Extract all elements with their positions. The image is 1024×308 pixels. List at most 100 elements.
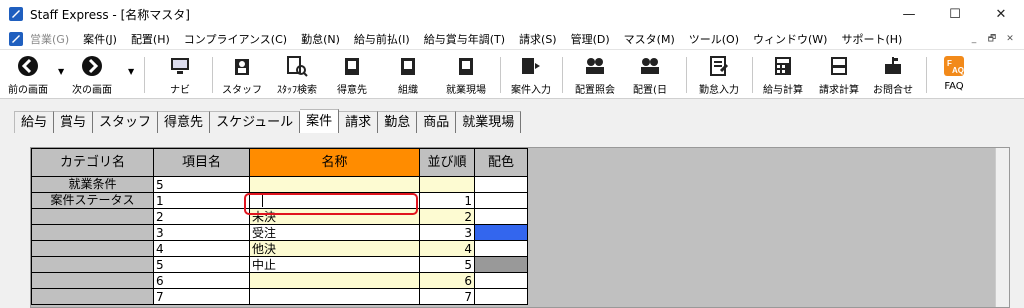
minimize-button[interactable]: — bbox=[886, 0, 932, 28]
menu-job[interactable]: 案件(J) bbox=[83, 31, 117, 47]
color-cell[interactable] bbox=[474, 208, 528, 225]
name-cell[interactable] bbox=[249, 176, 420, 193]
tab-product[interactable]: 商品 bbox=[417, 111, 457, 133]
toolbar-separator bbox=[752, 57, 753, 93]
header-color[interactable]: 配色 bbox=[474, 148, 528, 177]
menu-window[interactable]: ウィンドウ(W) bbox=[753, 31, 827, 47]
table-row: 3 受注 3 bbox=[31, 224, 528, 241]
tab-attendance[interactable]: 勤怠 bbox=[378, 111, 418, 133]
customer-button[interactable]: 得意先 bbox=[332, 53, 372, 97]
calculator-icon bbox=[775, 57, 791, 75]
app-menu-icon[interactable] bbox=[8, 31, 24, 47]
tab-work-site[interactable]: 就業現場 bbox=[456, 111, 522, 133]
app-icon bbox=[9, 7, 23, 21]
staff-button[interactable]: スタッフ bbox=[220, 53, 264, 97]
toolbar-separator bbox=[686, 57, 687, 93]
vertical-scrollbar[interactable] bbox=[995, 148, 1009, 307]
header-order[interactable]: 並び順 bbox=[419, 148, 475, 177]
menu-billing[interactable]: 請求(S) bbox=[519, 31, 557, 47]
inquiry-button[interactable]: お問合せ bbox=[866, 53, 920, 97]
color-cell[interactable] bbox=[474, 176, 528, 193]
color-swatch-blue[interactable] bbox=[474, 224, 528, 241]
tab-billing[interactable]: 請求 bbox=[339, 111, 379, 133]
color-cell[interactable] bbox=[474, 272, 528, 289]
order-cell[interactable]: 2 bbox=[419, 208, 475, 225]
menu-support[interactable]: サポート(H) bbox=[841, 31, 902, 47]
order-cell[interactable]: 7 bbox=[419, 288, 475, 305]
payroll-button[interactable]: 給与計算 bbox=[756, 53, 810, 97]
item-cell[interactable]: 5 bbox=[153, 176, 250, 193]
order-cell[interactable] bbox=[419, 176, 475, 193]
tab-staff[interactable]: スタッフ bbox=[93, 111, 159, 133]
order-cell[interactable]: 5 bbox=[419, 256, 475, 273]
mdi-minimize-button[interactable]: _ bbox=[966, 31, 982, 46]
billing-button[interactable]: 請求計算 bbox=[812, 53, 866, 97]
next-dropdown-icon[interactable]: ▼ bbox=[128, 67, 134, 76]
item-cell[interactable]: 5 bbox=[153, 256, 250, 273]
color-cell[interactable] bbox=[474, 288, 528, 305]
name-cell[interactable]: 受注 bbox=[249, 224, 420, 241]
category-cell-job-status[interactable]: 案件ステータス bbox=[31, 192, 154, 209]
assign-day-button[interactable]: 配置(日 bbox=[626, 53, 674, 97]
text-caret bbox=[262, 195, 263, 207]
item-cell[interactable]: 2 bbox=[153, 208, 250, 225]
toolbar-separator bbox=[926, 57, 927, 93]
mdi-close-button[interactable]: ✕ bbox=[1002, 31, 1018, 46]
order-cell[interactable]: 6 bbox=[419, 272, 475, 289]
assign-view-button[interactable]: 配置照会 bbox=[568, 53, 622, 97]
staff-search-button[interactable]: ｽﾀｯﾌ検索 bbox=[268, 53, 326, 97]
org-button[interactable]: 組織 bbox=[388, 53, 428, 97]
color-cell[interactable] bbox=[474, 192, 528, 209]
menu-compliance[interactable]: コンプライアンス(C) bbox=[184, 31, 287, 47]
faq-button[interactable]: F AQ FAQ bbox=[934, 53, 974, 97]
item-cell[interactable]: 4 bbox=[153, 240, 250, 257]
order-cell[interactable]: 1 bbox=[419, 192, 475, 209]
menu-sales[interactable]: 営業(G) bbox=[30, 31, 69, 47]
job-entry-button[interactable]: 案件入力 bbox=[504, 53, 558, 97]
back-button[interactable]: 前の画面 bbox=[2, 53, 54, 97]
tab-schedule[interactable]: スケジュール bbox=[210, 111, 301, 133]
color-cell[interactable] bbox=[474, 240, 528, 257]
menu-assign[interactable]: 配置(H) bbox=[131, 31, 170, 47]
menu-tools[interactable]: ツール(O) bbox=[689, 31, 739, 47]
item-cell[interactable]: 6 bbox=[153, 272, 250, 289]
color-swatch-gray[interactable] bbox=[474, 256, 528, 273]
header-item[interactable]: 項目名 bbox=[153, 148, 250, 177]
work-site-button[interactable]: 就業現場 bbox=[440, 53, 492, 97]
billing-label: 請求計算 bbox=[819, 85, 859, 96]
name-cell[interactable]: 他決 bbox=[249, 240, 420, 257]
next-button[interactable]: 次の画面 bbox=[66, 53, 118, 97]
name-cell[interactable] bbox=[249, 272, 420, 289]
name-cell[interactable]: 未決 bbox=[249, 208, 420, 225]
menu-payroll[interactable]: 給与賞与年調(T) bbox=[424, 31, 505, 47]
attendance-label: 勤怠入力 bbox=[699, 85, 739, 96]
order-cell[interactable]: 4 bbox=[419, 240, 475, 257]
menu-attendance[interactable]: 勤怠(N) bbox=[301, 31, 340, 47]
header-category[interactable]: カテゴリ名 bbox=[31, 148, 154, 177]
tab-job[interactable]: 案件 bbox=[300, 109, 340, 133]
header-name[interactable]: 名称 bbox=[249, 148, 420, 177]
tab-bonus[interactable]: 賞与 bbox=[54, 111, 94, 133]
menu-admin[interactable]: 管理(D) bbox=[571, 31, 610, 47]
category-cell bbox=[31, 288, 154, 305]
name-cell-editing[interactable] bbox=[249, 192, 420, 209]
mdi-restore-button[interactable]: 🗗 bbox=[984, 31, 1000, 46]
navi-label: ナビ bbox=[170, 85, 190, 96]
order-cell[interactable]: 3 bbox=[419, 224, 475, 241]
menu-prepay[interactable]: 給与前払(I) bbox=[354, 31, 410, 47]
navi-button[interactable]: ナビ bbox=[160, 53, 200, 97]
tab-customer[interactable]: 得意先 bbox=[158, 111, 211, 133]
item-cell[interactable]: 3 bbox=[153, 224, 250, 241]
name-cell[interactable]: 中止 bbox=[249, 256, 420, 273]
maximize-button[interactable]: ☐ bbox=[932, 0, 978, 28]
menu-master[interactable]: マスタ(M) bbox=[624, 31, 675, 47]
category-cell-work-conditions[interactable]: 就業条件 bbox=[31, 176, 154, 193]
name-cell[interactable] bbox=[249, 288, 420, 305]
attendance-button[interactable]: 勤怠入力 bbox=[692, 53, 746, 97]
tab-salary[interactable]: 給与 bbox=[14, 111, 55, 133]
item-cell[interactable]: 7 bbox=[153, 288, 250, 305]
close-button[interactable]: ✕ bbox=[978, 0, 1024, 28]
back-dropdown-icon[interactable]: ▼ bbox=[58, 67, 64, 76]
item-cell[interactable]: 1 bbox=[153, 192, 250, 209]
category-cell bbox=[31, 240, 154, 257]
